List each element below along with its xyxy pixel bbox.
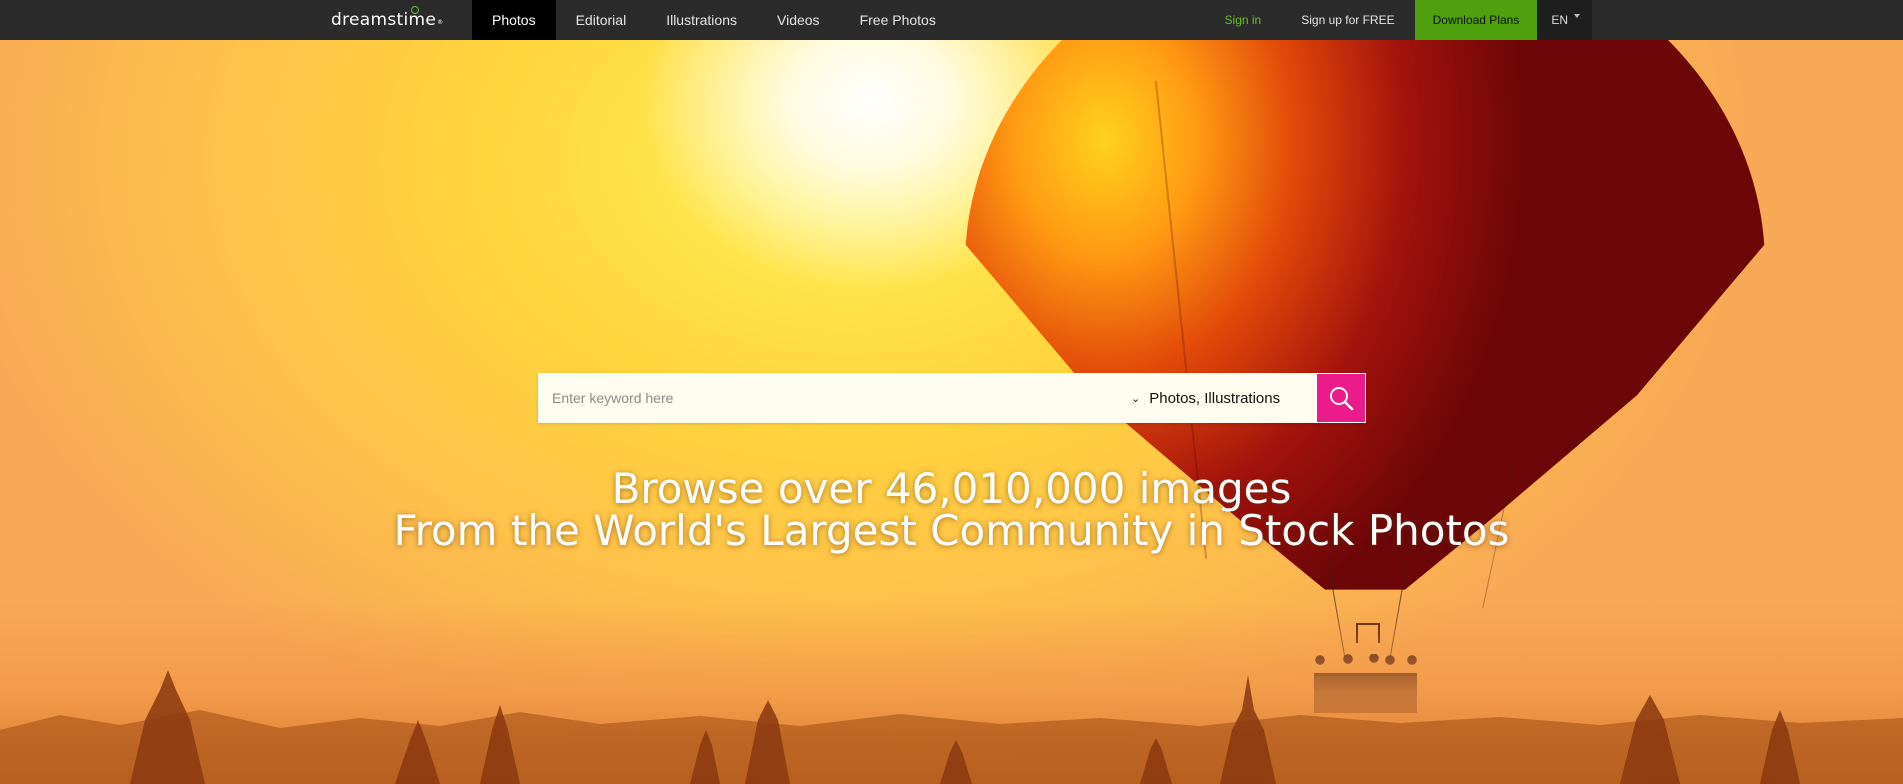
language-selector[interactable]: EN xyxy=(1537,0,1592,40)
logo-text: dreamstime xyxy=(331,10,437,30)
hero-headline-line2: From the World's Largest Community in St… xyxy=(393,506,1510,555)
top-navigation-bar: dreamstime ® Photos Editorial Illustrati… xyxy=(0,0,1903,40)
chevron-down-icon: ⌄ xyxy=(1131,392,1141,405)
nav-tab-free-photos[interactable]: Free Photos xyxy=(840,0,956,40)
search-input[interactable] xyxy=(538,373,1119,423)
search-icon xyxy=(1330,387,1354,411)
language-label: EN xyxy=(1551,13,1568,27)
hero-headline: Browse over 46,010,000 images From the W… xyxy=(0,468,1903,552)
download-plans-button[interactable]: Download Plans xyxy=(1414,0,1538,40)
dreamstime-logo[interactable]: dreamstime ® xyxy=(327,0,472,40)
search-bar: ⌄ Photos, Illustrations xyxy=(538,373,1366,423)
topbar-inner: dreamstime ® Photos Editorial Illustrati… xyxy=(327,0,1592,40)
search-button[interactable] xyxy=(1316,373,1366,423)
account-links: Sign in Sign up for FREE Download Plans … xyxy=(1205,0,1592,40)
hero-headline-line1: Browse over 46,010,000 images xyxy=(611,464,1292,513)
nav-tab-videos[interactable]: Videos xyxy=(757,0,840,40)
temple-skyline xyxy=(0,670,1903,784)
sign-in-link[interactable]: Sign in xyxy=(1205,0,1282,40)
nav-tab-illustrations[interactable]: Illustrations xyxy=(646,0,757,40)
sign-up-link[interactable]: Sign up for FREE xyxy=(1281,0,1414,40)
caret-down-icon xyxy=(1574,14,1580,18)
content-type-selected: Photos, Illustrations xyxy=(1149,389,1281,407)
logo-registered-mark: ® xyxy=(437,19,444,26)
logo-dot-icon xyxy=(411,6,419,14)
content-type-dropdown[interactable]: ⌄ Photos, Illustrations xyxy=(1119,373,1316,423)
nav-tab-photos[interactable]: Photos xyxy=(472,0,556,40)
main-nav: Photos Editorial Illustrations Videos Fr… xyxy=(472,0,956,40)
nav-tab-editorial[interactable]: Editorial xyxy=(556,0,647,40)
